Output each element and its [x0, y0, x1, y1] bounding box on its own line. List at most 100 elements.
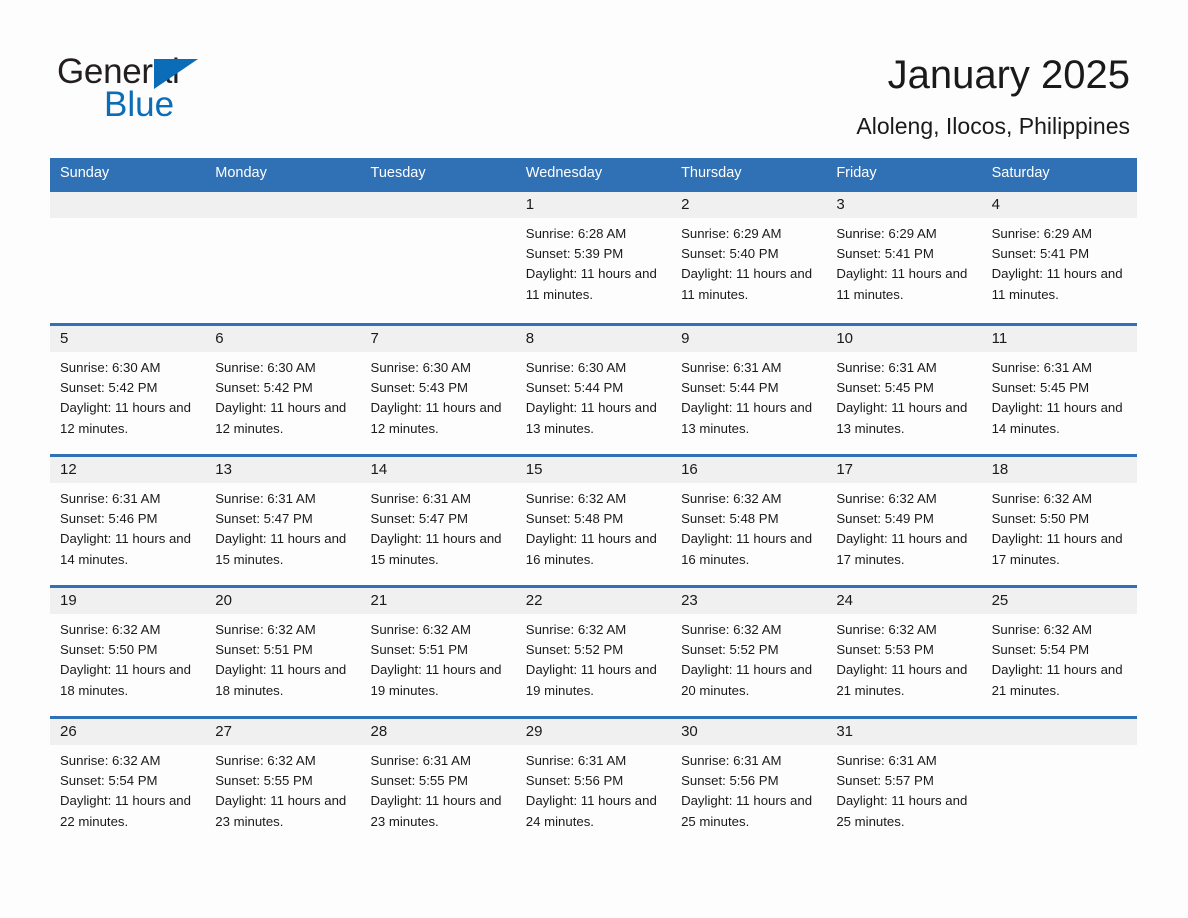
- day-number[interactable]: 2: [671, 192, 826, 218]
- daylight-text: Daylight: 11 hours and 12 minutes.: [370, 400, 502, 436]
- sunrise-text: Sunrise: 6:31 AM: [681, 753, 782, 768]
- sunset-text: Sunset: 5:55 PM: [215, 773, 313, 789]
- day-number[interactable]: 14: [361, 457, 516, 483]
- calendar-week-row: 12 13 14 15 16 17 18 Sunrise: 6:31 AM Su…: [50, 454, 1137, 585]
- day-cell[interactable]: Sunrise: 6:32 AM Sunset: 5:54 PM Dayligh…: [982, 614, 1137, 701]
- day-number[interactable]: 5: [50, 326, 205, 352]
- day-number[interactable]: [50, 192, 205, 218]
- day-number[interactable]: 3: [826, 192, 981, 218]
- day-number[interactable]: 17: [826, 457, 981, 483]
- day-number[interactable]: 13: [205, 457, 360, 483]
- sunrise-text: Sunrise: 6:32 AM: [215, 622, 316, 637]
- sunset-text: Sunset: 5:56 PM: [525, 773, 624, 789]
- daylight-text: Daylight: 11 hours and 14 minutes.: [991, 400, 1123, 436]
- page-title: January 2025: [887, 53, 1130, 97]
- day-cell[interactable]: Sunrise: 6:32 AM Sunset: 5:51 PM Dayligh…: [361, 614, 516, 701]
- day-number[interactable]: 8: [516, 326, 671, 352]
- day-cell[interactable]: Sunrise: 6:29 AM Sunset: 5:41 PM Dayligh…: [982, 218, 1137, 305]
- day-number[interactable]: 19: [50, 588, 205, 614]
- day-number[interactable]: 21: [361, 588, 516, 614]
- sunset-text: Sunset: 5:43 PM: [370, 380, 469, 396]
- day-number[interactable]: 28: [361, 719, 516, 745]
- sunset-text: Sunset: 5:48 PM: [525, 511, 624, 527]
- day-number[interactable]: 12: [50, 457, 205, 483]
- day-number[interactable]: 9: [671, 326, 826, 352]
- day-cell[interactable]: Sunrise: 6:32 AM Sunset: 5:48 PM Dayligh…: [671, 483, 826, 570]
- day-cell[interactable]: Sunrise: 6:32 AM Sunset: 5:53 PM Dayligh…: [826, 614, 981, 701]
- day-cell[interactable]: Sunrise: 6:30 AM Sunset: 5:42 PM Dayligh…: [205, 352, 360, 439]
- day-cell[interactable]: Sunrise: 6:32 AM Sunset: 5:49 PM Dayligh…: [826, 483, 981, 570]
- day-number[interactable]: 15: [516, 457, 671, 483]
- day-cell[interactable]: Sunrise: 6:32 AM Sunset: 5:48 PM Dayligh…: [516, 483, 671, 570]
- day-number[interactable]: 31: [826, 719, 981, 745]
- day-cell[interactable]: Sunrise: 6:31 AM Sunset: 5:47 PM Dayligh…: [361, 483, 516, 570]
- generalblue-logo[interactable]: General Blue: [57, 52, 297, 132]
- daylight-text: Daylight: 11 hours and 11 minutes.: [525, 266, 657, 302]
- day-cell[interactable]: Sunrise: 6:31 AM Sunset: 5:45 PM Dayligh…: [982, 352, 1137, 439]
- day-number[interactable]: 30: [671, 719, 826, 745]
- daylight-text: Daylight: 11 hours and 21 minutes.: [836, 662, 968, 698]
- day-cell[interactable]: Sunrise: 6:31 AM Sunset: 5:46 PM Dayligh…: [50, 483, 205, 570]
- day-number[interactable]: 23: [671, 588, 826, 614]
- calendar-week-row: 26 27 28 29 30 31 Sunrise: 6:32 AM Sunse…: [50, 716, 1137, 847]
- day-number[interactable]: 24: [826, 588, 981, 614]
- day-cell[interactable]: Sunrise: 6:31 AM Sunset: 5:45 PM Dayligh…: [826, 352, 981, 439]
- calendar-table: Sunday Monday Tuesday Wednesday Thursday…: [50, 158, 1137, 847]
- day-number[interactable]: 6: [205, 326, 360, 352]
- day-number[interactable]: 16: [671, 457, 826, 483]
- sunset-text: Sunset: 5:52 PM: [681, 642, 779, 658]
- day-cell[interactable]: Sunrise: 6:29 AM Sunset: 5:40 PM Dayligh…: [671, 218, 826, 305]
- sunrise-text: Sunrise: 6:30 AM: [60, 360, 161, 375]
- day-cell[interactable]: Sunrise: 6:31 AM Sunset: 5:56 PM Dayligh…: [516, 745, 671, 832]
- day-cell[interactable]: Sunrise: 6:30 AM Sunset: 5:44 PM Dayligh…: [516, 352, 671, 439]
- day-cell[interactable]: Sunrise: 6:30 AM Sunset: 5:42 PM Dayligh…: [50, 352, 205, 439]
- sunset-text: Sunset: 5:44 PM: [525, 380, 624, 396]
- calendar-week-row: 1 2 3 4 Sunrise: 6:28 AM Sunset: 5:39 PM…: [50, 189, 1137, 323]
- daylight-text: Daylight: 11 hours and 15 minutes.: [215, 531, 347, 567]
- day-number[interactable]: 29: [516, 719, 671, 745]
- day-cell[interactable]: Sunrise: 6:31 AM Sunset: 5:44 PM Dayligh…: [671, 352, 826, 439]
- day-number[interactable]: 20: [205, 588, 360, 614]
- weekday-header-tuesday: Tuesday: [370, 165, 426, 181]
- day-number[interactable]: 11: [982, 326, 1137, 352]
- sunrise-text: Sunrise: 6:31 AM: [836, 360, 937, 375]
- daylight-text: Daylight: 11 hours and 20 minutes.: [681, 662, 813, 698]
- day-number[interactable]: 27: [205, 719, 360, 745]
- day-cell[interactable]: Sunrise: 6:32 AM Sunset: 5:52 PM Dayligh…: [516, 614, 671, 701]
- day-number[interactable]: 18: [982, 457, 1137, 483]
- day-cell[interactable]: Sunrise: 6:32 AM Sunset: 5:50 PM Dayligh…: [50, 614, 205, 701]
- weekday-header-friday: Friday: [836, 165, 877, 181]
- day-number[interactable]: 26: [50, 719, 205, 745]
- day-cell[interactable]: Sunrise: 6:32 AM Sunset: 5:54 PM Dayligh…: [50, 745, 205, 832]
- day-cell[interactable]: Sunrise: 6:32 AM Sunset: 5:55 PM Dayligh…: [205, 745, 360, 832]
- day-cell[interactable]: Sunrise: 6:31 AM Sunset: 5:57 PM Dayligh…: [826, 745, 981, 832]
- day-number[interactable]: 25: [982, 588, 1137, 614]
- day-number[interactable]: 7: [361, 326, 516, 352]
- day-cell[interactable]: Sunrise: 6:31 AM Sunset: 5:56 PM Dayligh…: [671, 745, 826, 832]
- day-cell[interactable]: Sunrise: 6:29 AM Sunset: 5:41 PM Dayligh…: [826, 218, 981, 305]
- day-cell[interactable]: Sunrise: 6:32 AM Sunset: 5:52 PM Dayligh…: [671, 614, 826, 701]
- sunset-text: Sunset: 5:51 PM: [370, 642, 469, 658]
- day-number[interactable]: [205, 192, 360, 218]
- sunrise-text: Sunrise: 6:31 AM: [681, 360, 782, 375]
- day-cell[interactable]: Sunrise: 6:31 AM Sunset: 5:55 PM Dayligh…: [361, 745, 516, 832]
- sunrise-text: Sunrise: 6:32 AM: [681, 491, 782, 506]
- sunset-text: Sunset: 5:42 PM: [60, 380, 158, 396]
- daylight-text: Daylight: 11 hours and 22 minutes.: [60, 793, 191, 829]
- day-cell[interactable]: Sunrise: 6:32 AM Sunset: 5:50 PM Dayligh…: [982, 483, 1137, 570]
- day-number[interactable]: 22: [516, 588, 671, 614]
- day-cell[interactable]: Sunrise: 6:31 AM Sunset: 5:47 PM Dayligh…: [205, 483, 360, 570]
- day-number-band: 19 20 21 22 23 24 25: [50, 588, 1137, 614]
- day-number[interactable]: 1: [516, 192, 671, 218]
- day-number[interactable]: 4: [982, 192, 1137, 218]
- day-number[interactable]: 10: [826, 326, 981, 352]
- daylight-text: Daylight: 11 hours and 23 minutes.: [370, 793, 502, 829]
- day-number[interactable]: [982, 719, 1137, 745]
- sunrise-text: Sunrise: 6:31 AM: [991, 360, 1093, 375]
- day-number[interactable]: [361, 192, 516, 218]
- day-cell[interactable]: Sunrise: 6:30 AM Sunset: 5:43 PM Dayligh…: [361, 352, 516, 439]
- daylight-text: Daylight: 11 hours and 13 minutes.: [525, 400, 657, 436]
- day-cell[interactable]: Sunrise: 6:28 AM Sunset: 5:39 PM Dayligh…: [516, 218, 671, 305]
- day-cell[interactable]: Sunrise: 6:32 AM Sunset: 5:51 PM Dayligh…: [205, 614, 360, 701]
- sunset-text: Sunset: 5:41 PM: [991, 246, 1090, 262]
